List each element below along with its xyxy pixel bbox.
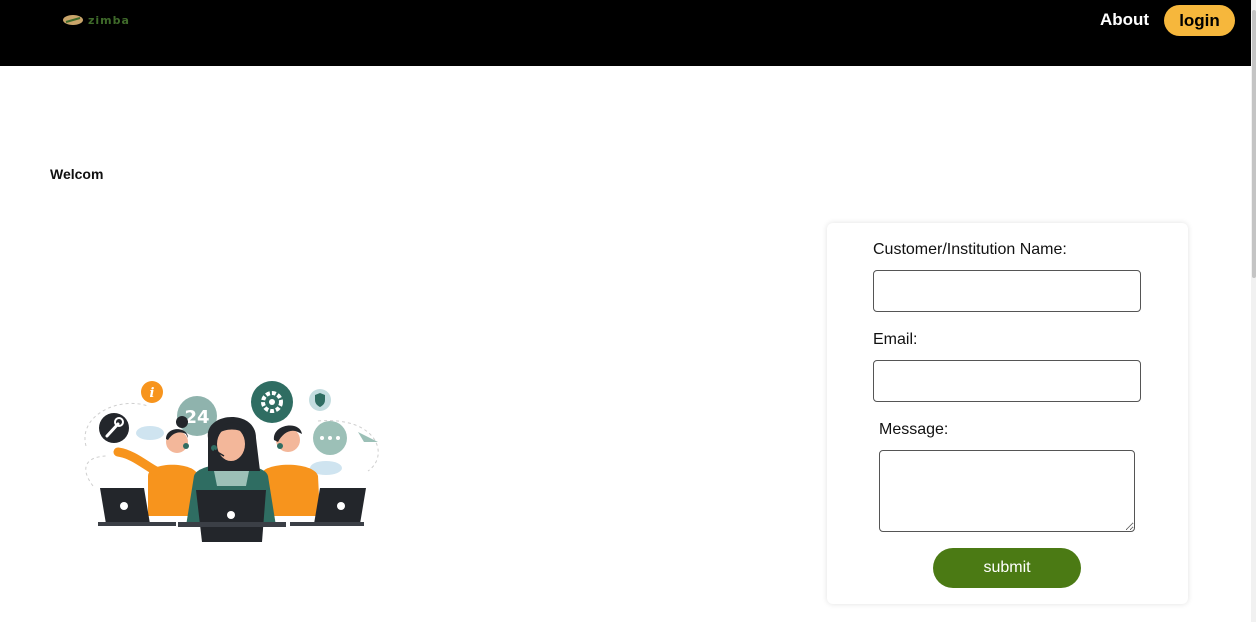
login-button[interactable]: login [1164,5,1235,36]
svg-text:24: 24 [184,407,209,428]
logo-text: zimba [88,13,130,27]
brand-logo[interactable]: zimba [62,12,144,28]
message-label: Message: [879,421,949,438]
name-label: Customer/Institution Name: [873,241,1067,258]
message-textarea[interactable] [879,450,1135,532]
wrench-icon [99,413,129,443]
customer-support-illustration: i 24 [84,381,379,542]
chat-bubble-icon [313,421,347,455]
email-input[interactable] [873,360,1141,402]
welcome-heading: Welcom [50,166,104,182]
submit-button[interactable]: submit [933,548,1081,588]
logo-mark-icon [63,15,83,25]
info-icon: i [141,381,163,403]
top-navbar: zimba About login [0,0,1251,66]
svg-text:i: i [150,386,155,401]
page: zimba About login Welcom i 24 Customer/I… [0,0,1256,622]
scrollbar-thumb[interactable] [1252,10,1256,278]
nav-link-about[interactable]: About [1100,10,1149,30]
gear-icon [251,381,293,423]
shield-icon [309,389,331,411]
email-label: Email: [873,331,918,348]
name-input[interactable] [873,270,1141,312]
